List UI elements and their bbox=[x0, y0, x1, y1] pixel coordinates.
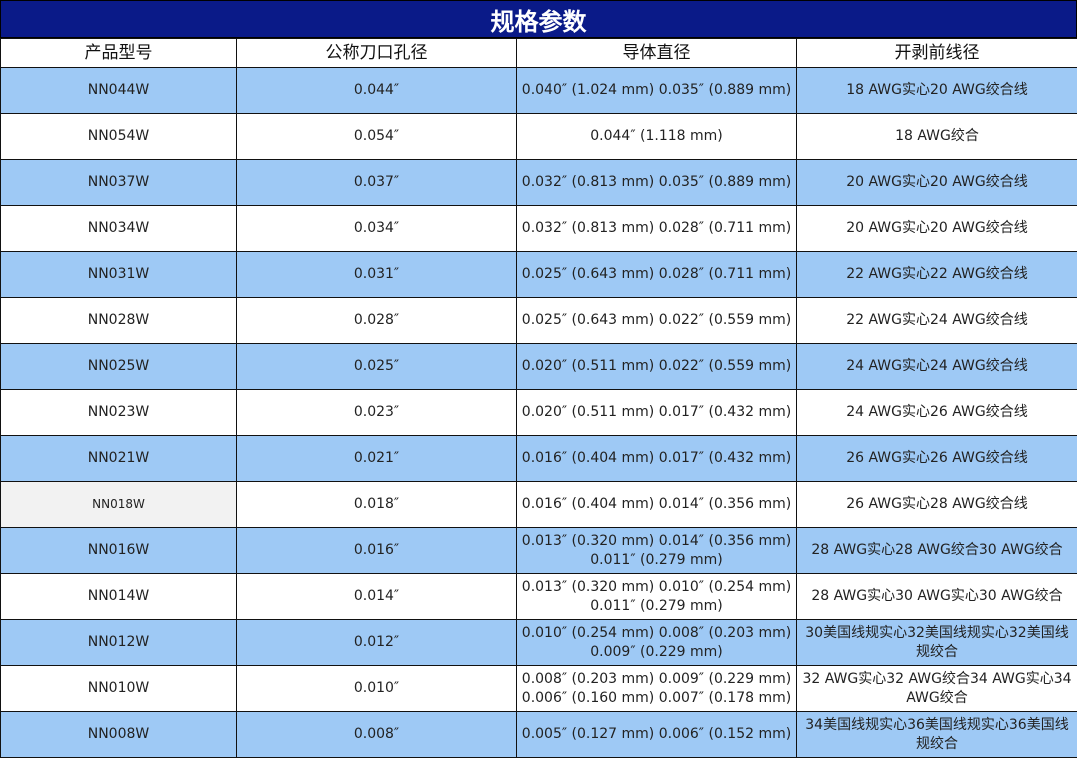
cell-nominal: 0.023″ bbox=[236, 389, 517, 436]
cell-wire: 22 AWG实心22 AWG绞合线 bbox=[796, 251, 1077, 298]
table-row: NN014W 0.014″ 0.013″ (0.320 mm) 0.010″ (… bbox=[0, 573, 1077, 620]
cell-wire: 26 AWG实心26 AWG绞合线 bbox=[796, 435, 1077, 482]
cell-conductor: 0.016″ (0.404 mm) 0.014″ (0.356 mm) bbox=[516, 481, 797, 528]
table-row: NN012W 0.012″ 0.010″ (0.254 mm) 0.008″ (… bbox=[0, 619, 1077, 666]
cell-nominal: 0.031″ bbox=[236, 251, 517, 298]
cell-model: NN012W bbox=[0, 619, 237, 666]
spec-sheet: 规格参数 产品型号 公称刀口孔径 导体直径 开剥前线径 NN044W 0.044… bbox=[0, 0, 1077, 758]
table-row: NN034W 0.034″ 0.032″ (0.813 mm) 0.028″ (… bbox=[0, 205, 1077, 252]
cell-model: NN014W bbox=[0, 573, 237, 620]
cell-conductor: 0.013″ (0.320 mm) 0.010″ (0.254 mm) 0.01… bbox=[516, 573, 797, 620]
cell-model: NN037W bbox=[0, 159, 237, 206]
table-row: NN010W 0.010″ 0.008″ (0.203 mm) 0.009″ (… bbox=[0, 665, 1077, 712]
cell-conductor: 0.008″ (0.203 mm) 0.009″ (0.229 mm) 0.00… bbox=[516, 665, 797, 712]
cell-nominal: 0.037″ bbox=[236, 159, 517, 206]
header-nominal-aperture: 公称刀口孔径 bbox=[236, 38, 517, 68]
cell-wire: 18 AWG绞合 bbox=[796, 113, 1077, 160]
cell-wire: 20 AWG实心20 AWG绞合线 bbox=[796, 205, 1077, 252]
cell-conductor: 0.025″ (0.643 mm) 0.022″ (0.559 mm) bbox=[516, 297, 797, 344]
table-row: NN031W 0.031″ 0.025″ (0.643 mm) 0.028″ (… bbox=[0, 251, 1077, 298]
table-row: NN008W 0.008″ 0.005″ (0.127 mm) 0.006″ (… bbox=[0, 711, 1077, 758]
cell-model: NN016W bbox=[0, 527, 237, 574]
cell-wire: 26 AWG实心28 AWG绞合线 bbox=[796, 481, 1077, 528]
table-row: NN016W 0.016″ 0.013″ (0.320 mm) 0.014″ (… bbox=[0, 527, 1077, 574]
cell-nominal: 0.054″ bbox=[236, 113, 517, 160]
cell-wire: 32 AWG实心32 AWG绞合34 AWG实心34 AWG绞合 bbox=[796, 665, 1077, 712]
cell-conductor: 0.040″ (1.024 mm) 0.035″ (0.889 mm) bbox=[516, 67, 797, 114]
header-model: 产品型号 bbox=[0, 38, 237, 68]
page-title: 规格参数 bbox=[0, 0, 1077, 38]
cell-model: NN031W bbox=[0, 251, 237, 298]
table-row: NN021W 0.021″ 0.016″ (0.404 mm) 0.017″ (… bbox=[0, 435, 1077, 482]
table-row: NN054W 0.054″ 0.044″ (1.118 mm) 18 AWG绞合 bbox=[0, 113, 1077, 160]
cell-model: NN021W bbox=[0, 435, 237, 482]
table-row: NN044W 0.044″ 0.040″ (1.024 mm) 0.035″ (… bbox=[0, 67, 1077, 114]
table-row: NN025W 0.025″ 0.020″ (0.511 mm) 0.022″ (… bbox=[0, 343, 1077, 390]
cell-nominal: 0.008″ bbox=[236, 711, 517, 758]
cell-model: NN034W bbox=[0, 205, 237, 252]
cell-model: NN028W bbox=[0, 297, 237, 344]
cell-wire: 24 AWG实心26 AWG绞合线 bbox=[796, 389, 1077, 436]
cell-nominal: 0.021″ bbox=[236, 435, 517, 482]
cell-nominal: 0.014″ bbox=[236, 573, 517, 620]
cell-wire: 24 AWG实心24 AWG绞合线 bbox=[796, 343, 1077, 390]
cell-conductor: 0.020″ (0.511 mm) 0.017″ (0.432 mm) bbox=[516, 389, 797, 436]
cell-nominal: 0.018″ bbox=[236, 481, 517, 528]
cell-nominal: 0.012″ bbox=[236, 619, 517, 666]
cell-nominal: 0.034″ bbox=[236, 205, 517, 252]
header-conductor-diameter: 导体直径 bbox=[516, 38, 797, 68]
cell-nominal: 0.016″ bbox=[236, 527, 517, 574]
table-header-row: 产品型号 公称刀口孔径 导体直径 开剥前线径 bbox=[0, 38, 1077, 68]
cell-model: NN023W bbox=[0, 389, 237, 436]
cell-nominal: 0.028″ bbox=[236, 297, 517, 344]
cell-wire: 18 AWG实心20 AWG绞合线 bbox=[796, 67, 1077, 114]
cell-conductor: 0.032″ (0.813 mm) 0.035″ (0.889 mm) bbox=[516, 159, 797, 206]
cell-nominal: 0.025″ bbox=[236, 343, 517, 390]
table-row: NN023W 0.023″ 0.020″ (0.511 mm) 0.017″ (… bbox=[0, 389, 1077, 436]
cell-conductor: 0.032″ (0.813 mm) 0.028″ (0.711 mm) bbox=[516, 205, 797, 252]
cell-wire: 20 AWG实心20 AWG绞合线 bbox=[796, 159, 1077, 206]
cell-model: NN025W bbox=[0, 343, 237, 390]
cell-conductor: 0.010″ (0.254 mm) 0.008″ (0.203 mm) 0.00… bbox=[516, 619, 797, 666]
cell-conductor: 0.020″ (0.511 mm) 0.022″ (0.559 mm) bbox=[516, 343, 797, 390]
cell-conductor: 0.016″ (0.404 mm) 0.017″ (0.432 mm) bbox=[516, 435, 797, 482]
cell-wire: 28 AWG实心28 AWG绞合30 AWG绞合 bbox=[796, 527, 1077, 574]
spec-table: 产品型号 公称刀口孔径 导体直径 开剥前线径 NN044W 0.044″ 0.0… bbox=[0, 38, 1077, 758]
cell-nominal: 0.044″ bbox=[236, 67, 517, 114]
cell-wire: 30美国线规实心32美国线规实心32美国线规绞合 bbox=[796, 619, 1077, 666]
table-row: NN018W 0.018″ 0.016″ (0.404 mm) 0.014″ (… bbox=[0, 481, 1077, 528]
cell-model: NN018W bbox=[0, 481, 237, 528]
cell-model: NN054W bbox=[0, 113, 237, 160]
cell-conductor: 0.013″ (0.320 mm) 0.014″ (0.356 mm) 0.01… bbox=[516, 527, 797, 574]
cell-wire: 22 AWG实心24 AWG绞合线 bbox=[796, 297, 1077, 344]
cell-wire: 34美国线规实心36美国线规实心36美国线规绞合 bbox=[796, 711, 1077, 758]
cell-conductor: 0.044″ (1.118 mm) bbox=[516, 113, 797, 160]
cell-model: NN008W bbox=[0, 711, 237, 758]
header-wire-gauge: 开剥前线径 bbox=[796, 38, 1077, 68]
cell-model: NN044W bbox=[0, 67, 237, 114]
cell-conductor: 0.025″ (0.643 mm) 0.028″ (0.711 mm) bbox=[516, 251, 797, 298]
cell-wire: 28 AWG实心30 AWG实心30 AWG绞合 bbox=[796, 573, 1077, 620]
cell-model: NN010W bbox=[0, 665, 237, 712]
table-row: NN028W 0.028″ 0.025″ (0.643 mm) 0.022″ (… bbox=[0, 297, 1077, 344]
table-row: NN037W 0.037″ 0.032″ (0.813 mm) 0.035″ (… bbox=[0, 159, 1077, 206]
cell-nominal: 0.010″ bbox=[236, 665, 517, 712]
cell-conductor: 0.005″ (0.127 mm) 0.006″ (0.152 mm) bbox=[516, 711, 797, 758]
